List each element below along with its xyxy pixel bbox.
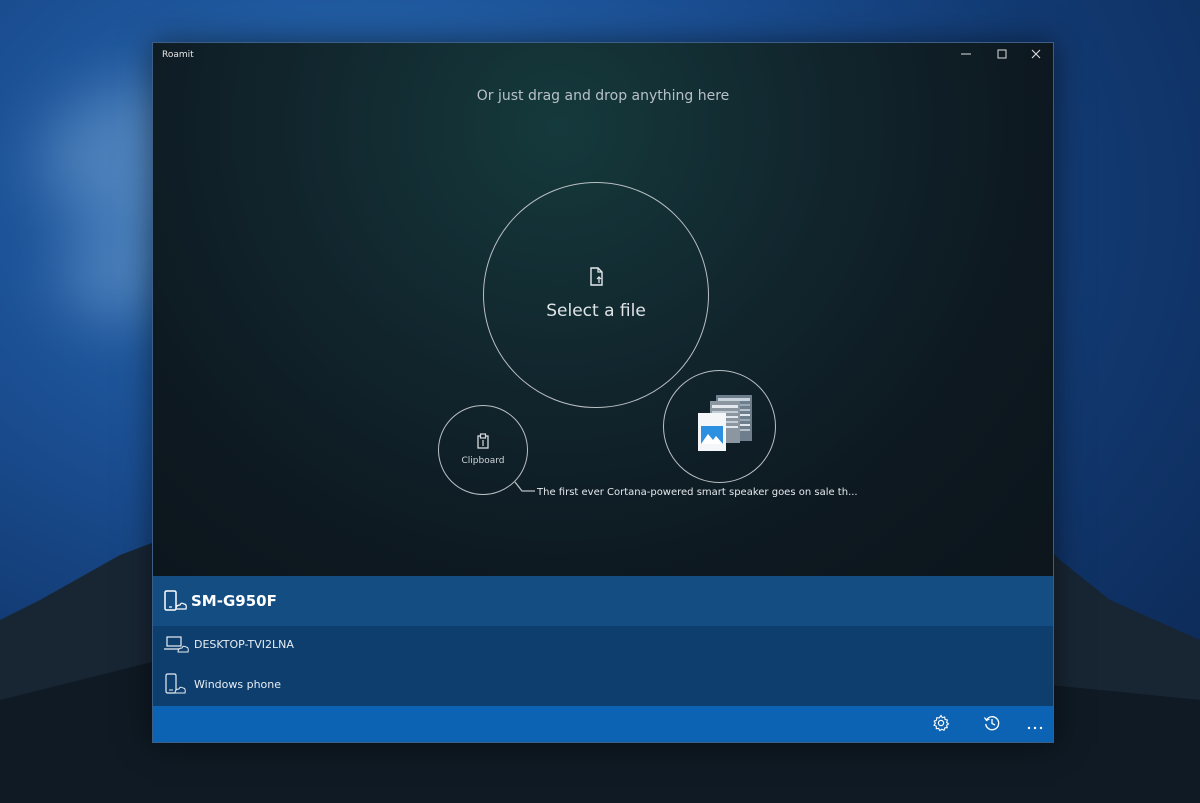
device-item-sm-g950f[interactable]: SM-G950F: [153, 576, 1053, 626]
laptop-cloud-icon: [163, 635, 189, 653]
device-list: SM-G950F DESKTOP-TVI2LNA Windows phone: [153, 576, 1053, 706]
clipboard-preview-text[interactable]: The first ever Cortana-powered smart spe…: [537, 487, 858, 498]
close-button[interactable]: [1019, 43, 1053, 67]
device-item-desktop-tvi2lna[interactable]: DESKTOP-TVI2LNA: [153, 626, 1053, 662]
clipboard-label: Clipboard: [461, 456, 505, 466]
roamit-window: Or just drag and drop anything here Sele…: [152, 42, 1054, 743]
more-button[interactable]: [1017, 706, 1053, 742]
app-title: Roamit: [162, 50, 194, 60]
phone-cloud-icon: [163, 590, 189, 612]
select-file-button[interactable]: Select a file: [483, 182, 709, 408]
drag-drop-hint: Or just drag and drop anything here: [476, 88, 730, 104]
connector-line: [514, 481, 535, 492]
bottom-command-bar: [153, 706, 1053, 742]
settings-icon: [932, 714, 950, 736]
minimize-icon: [961, 49, 971, 62]
history-button[interactable]: [974, 706, 1010, 742]
drop-area[interactable]: Or just drag and drop anything here Sele…: [153, 43, 1053, 603]
device-name: DESKTOP-TVI2LNA: [194, 637, 294, 651]
maximize-button[interactable]: [985, 43, 1019, 67]
phone-cloud-icon: [163, 673, 189, 695]
history-icon: [983, 714, 1001, 736]
recent-image-button[interactable]: [663, 370, 776, 483]
device-item-windows-phone[interactable]: Windows phone: [153, 662, 1053, 706]
image-files-icon: [696, 393, 754, 459]
file-upload-icon: [588, 267, 606, 291]
more-icon: [1027, 716, 1043, 735]
clipboard-icon: [476, 433, 490, 453]
select-file-label: Select a file: [546, 301, 646, 321]
settings-button[interactable]: [923, 706, 959, 742]
maximize-icon: [997, 49, 1007, 62]
device-name: Windows phone: [194, 677, 282, 691]
device-name: SM-G950F: [191, 592, 277, 610]
close-icon: [1031, 49, 1041, 62]
minimize-button[interactable]: [949, 43, 983, 67]
title-bar[interactable]: Roamit: [153, 43, 1053, 67]
